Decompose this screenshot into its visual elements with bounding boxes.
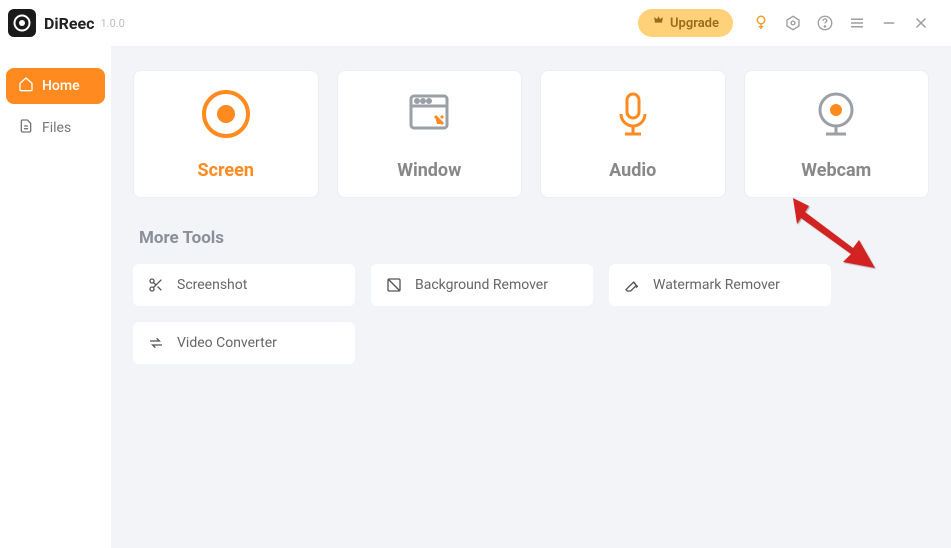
- settings-icon[interactable]: [782, 12, 804, 34]
- upgrade-label: Upgrade: [670, 16, 719, 31]
- scissors-icon: [147, 276, 165, 294]
- help-icon[interactable]: [814, 12, 836, 34]
- menu-icon[interactable]: [846, 12, 868, 34]
- card-window[interactable]: Window: [337, 70, 523, 198]
- close-icon[interactable]: [910, 12, 932, 34]
- webcam-icon: [810, 88, 862, 140]
- convert-icon: [147, 334, 165, 352]
- file-icon: [18, 118, 34, 138]
- tool-watermark-remover[interactable]: Watermark Remover: [609, 264, 831, 306]
- app-logo: [8, 9, 36, 37]
- tool-screenshot[interactable]: Screenshot: [133, 264, 355, 306]
- sidebar: Home Files: [0, 46, 111, 548]
- record-icon: [200, 88, 252, 140]
- key-icon[interactable]: [750, 12, 772, 34]
- card-label: Window: [397, 160, 461, 181]
- tool-label: Watermark Remover: [653, 277, 780, 293]
- tool-background-remover[interactable]: Background Remover: [371, 264, 593, 306]
- main-panel: Screen Window Audio Webcam: [111, 46, 951, 548]
- more-tools-title: More Tools: [139, 228, 929, 248]
- card-label: Audio: [609, 160, 656, 181]
- card-label: Webcam: [801, 160, 871, 181]
- recording-modes: Screen Window Audio Webcam: [133, 70, 929, 198]
- tool-video-converter[interactable]: Video Converter: [133, 322, 355, 364]
- app-version: 1.0.0: [101, 17, 125, 30]
- window-icon: [403, 88, 455, 140]
- card-audio[interactable]: Audio: [540, 70, 726, 198]
- upgrade-button[interactable]: Upgrade: [638, 9, 733, 37]
- app-name: DiReec: [44, 14, 95, 33]
- card-webcam[interactable]: Webcam: [744, 70, 930, 198]
- sidebar-item-label: Home: [42, 78, 80, 94]
- sidebar-item-files[interactable]: Files: [6, 110, 105, 146]
- microphone-icon: [607, 88, 659, 140]
- tool-label: Video Converter: [177, 335, 277, 351]
- card-screen[interactable]: Screen: [133, 70, 319, 198]
- sidebar-item-home[interactable]: Home: [6, 68, 105, 104]
- background-remover-icon: [385, 276, 403, 294]
- minimize-icon[interactable]: [878, 12, 900, 34]
- tool-label: Background Remover: [415, 277, 548, 293]
- card-label: Screen: [198, 160, 254, 181]
- home-icon: [18, 76, 34, 96]
- eraser-icon: [623, 276, 641, 294]
- crown-icon: [652, 15, 665, 32]
- titlebar: DiReec 1.0.0 Upgrade: [0, 0, 951, 46]
- sidebar-item-label: Files: [42, 120, 71, 136]
- more-tools-grid: Screenshot Background Remover Watermark …: [133, 264, 929, 364]
- tool-label: Screenshot: [177, 277, 247, 293]
